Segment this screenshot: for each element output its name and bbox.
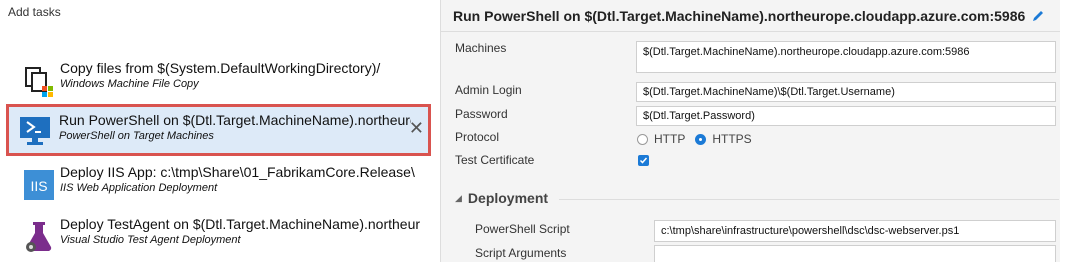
test-agent-icon bbox=[22, 220, 56, 254]
powershell-script-field[interactable]: c:\tmp\share\infrastructure\powershell\d… bbox=[654, 220, 1056, 242]
copy-files-icon bbox=[22, 64, 56, 98]
admin-login-field[interactable]: $(Dtl.Target.MachineName)\$(Dtl.Target.U… bbox=[636, 82, 1056, 102]
machines-field[interactable]: $(Dtl.Target.MachineName).northeurope.cl… bbox=[636, 41, 1056, 73]
task-subtitle: IIS Web Application Deployment bbox=[60, 182, 218, 194]
password-label: Password bbox=[455, 107, 508, 121]
script-arguments-label: Script Arguments bbox=[475, 246, 567, 260]
divider bbox=[441, 31, 1060, 32]
task-subtitle: Windows Machine File Copy bbox=[60, 78, 199, 90]
deployment-section-header[interactable]: ◢ Deployment bbox=[455, 190, 548, 206]
test-certificate-checkbox[interactable] bbox=[638, 155, 649, 166]
script-arguments-field[interactable] bbox=[654, 245, 1056, 262]
task-details-pane: Run PowerShell on $(Dtl.Target.MachineNa… bbox=[440, 0, 1060, 262]
task-title: Run PowerShell on $(Dtl.Target.MachineNa… bbox=[59, 112, 411, 128]
protocol-label: Protocol bbox=[455, 130, 500, 144]
protocol-radio-group: HTTP HTTPS bbox=[637, 132, 752, 146]
task-item-run-powershell[interactable]: Run PowerShell on $(Dtl.Target.MachineNa… bbox=[6, 104, 431, 156]
add-tasks-header: Add tasks bbox=[8, 5, 61, 19]
task-catalog-pane: Add tasks Copy files from $(System.Defau… bbox=[0, 0, 436, 262]
http-radio-label: HTTP bbox=[654, 132, 686, 146]
task-title: Deploy TestAgent on $(Dtl.Target.Machine… bbox=[60, 216, 421, 232]
collapse-caret-icon: ◢ bbox=[455, 192, 462, 203]
task-details-title: Run PowerShell on $(Dtl.Target.MachineNa… bbox=[453, 8, 1026, 24]
task-item-copy-files[interactable]: Copy files from $(System.DefaultWorkingD… bbox=[8, 60, 432, 104]
machines-label: Machines bbox=[455, 41, 507, 55]
password-field[interactable]: $(Dtl.Target.Password) bbox=[636, 106, 1056, 126]
task-title: Copy files from $(System.DefaultWorkingD… bbox=[60, 60, 381, 76]
https-radio[interactable] bbox=[695, 133, 707, 145]
https-radio-label: HTTPS bbox=[712, 132, 752, 146]
task-subtitle: Visual Studio Test Agent Deployment bbox=[60, 234, 241, 246]
deployment-section-title: Deployment bbox=[467, 190, 549, 206]
task-title: Deploy IIS App: c:\tmp\Share\01_Fabrikam… bbox=[60, 164, 415, 180]
powershell-script-label: PowerShell Script bbox=[475, 222, 570, 236]
svg-text:IIS: IIS bbox=[30, 178, 47, 194]
test-certificate-label: Test Certificate bbox=[455, 153, 535, 167]
iis-icon: IIS bbox=[22, 168, 56, 202]
http-radio[interactable] bbox=[637, 133, 648, 145]
screenshot-frame: Add tasks Copy files from $(System.Defau… bbox=[0, 0, 1060, 262]
task-item-deploy-iis[interactable]: IIS Deploy IIS App: c:\tmp\Share\01_Fabr… bbox=[8, 164, 432, 208]
pencil-edit-icon[interactable] bbox=[1031, 9, 1045, 23]
powershell-icon bbox=[18, 114, 52, 148]
section-divider bbox=[559, 199, 1059, 200]
task-item-deploy-testagent[interactable]: Deploy TestAgent on $(Dtl.Target.Machine… bbox=[8, 216, 432, 260]
admin-login-label: Admin Login bbox=[455, 83, 522, 97]
close-icon[interactable]: ✕ bbox=[409, 119, 424, 137]
task-subtitle: PowerShell on Target Machines bbox=[59, 130, 214, 142]
